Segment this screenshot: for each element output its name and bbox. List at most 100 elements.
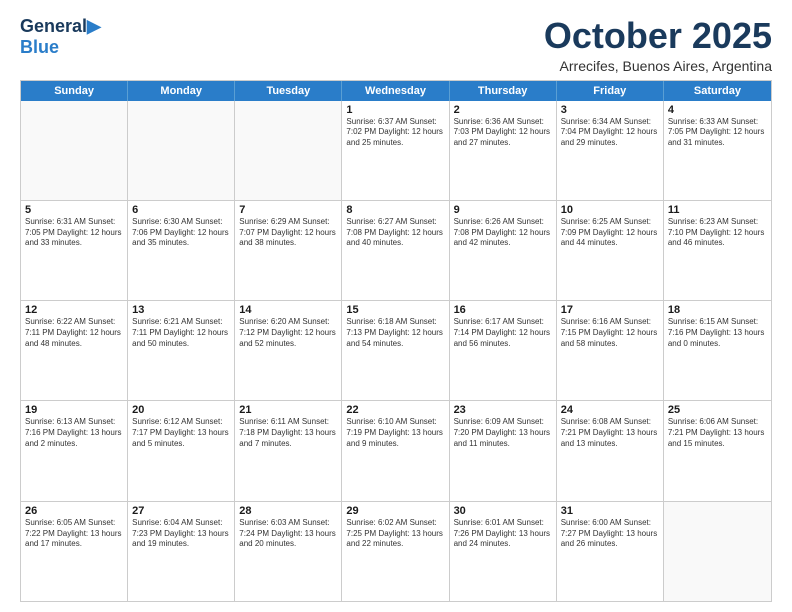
day-number: 24 (561, 404, 659, 416)
cell-info: Sunrise: 6:02 AM Sunset: 7:25 PM Dayligh… (346, 518, 444, 550)
cell-info: Sunrise: 6:29 AM Sunset: 7:07 PM Dayligh… (239, 217, 337, 249)
cal-cell: 9Sunrise: 6:26 AM Sunset: 7:08 PM Daylig… (450, 201, 557, 300)
cal-cell: 7Sunrise: 6:29 AM Sunset: 7:07 PM Daylig… (235, 201, 342, 300)
day-number: 8 (346, 204, 444, 216)
header-saturday: Saturday (664, 81, 771, 101)
day-number: 4 (668, 104, 767, 116)
cell-info: Sunrise: 6:23 AM Sunset: 7:10 PM Dayligh… (668, 217, 767, 249)
calendar: Sunday Monday Tuesday Wednesday Thursday… (20, 80, 772, 602)
day-number: 27 (132, 505, 230, 517)
cal-cell: 22Sunrise: 6:10 AM Sunset: 7:19 PM Dayli… (342, 401, 449, 500)
cal-cell: 2Sunrise: 6:36 AM Sunset: 7:03 PM Daylig… (450, 101, 557, 200)
day-number: 26 (25, 505, 123, 517)
day-number: 28 (239, 505, 337, 517)
cell-info: Sunrise: 6:22 AM Sunset: 7:11 PM Dayligh… (25, 317, 123, 349)
calendar-row-2: 12Sunrise: 6:22 AM Sunset: 7:11 PM Dayli… (21, 301, 771, 401)
day-number: 3 (561, 104, 659, 116)
cell-info: Sunrise: 6:16 AM Sunset: 7:15 PM Dayligh… (561, 317, 659, 349)
cal-cell: 10Sunrise: 6:25 AM Sunset: 7:09 PM Dayli… (557, 201, 664, 300)
calendar-row-1: 5Sunrise: 6:31 AM Sunset: 7:05 PM Daylig… (21, 201, 771, 301)
cal-cell: 20Sunrise: 6:12 AM Sunset: 7:17 PM Dayli… (128, 401, 235, 500)
cal-cell: 13Sunrise: 6:21 AM Sunset: 7:11 PM Dayli… (128, 301, 235, 400)
header-thursday: Thursday (450, 81, 557, 101)
cal-cell: 28Sunrise: 6:03 AM Sunset: 7:24 PM Dayli… (235, 502, 342, 601)
cell-info: Sunrise: 6:12 AM Sunset: 7:17 PM Dayligh… (132, 417, 230, 449)
day-number: 5 (25, 204, 123, 216)
day-number: 23 (454, 404, 552, 416)
header-wednesday: Wednesday (342, 81, 449, 101)
cal-cell: 18Sunrise: 6:15 AM Sunset: 7:16 PM Dayli… (664, 301, 771, 400)
header-monday: Monday (128, 81, 235, 101)
day-number: 9 (454, 204, 552, 216)
month-title: October 2025 (544, 16, 772, 56)
location: Arrecifes, Buenos Aires, Argentina (544, 58, 772, 74)
logo-text: General▶ (20, 16, 101, 37)
day-number: 18 (668, 304, 767, 316)
calendar-row-0: 1Sunrise: 6:37 AM Sunset: 7:02 PM Daylig… (21, 101, 771, 201)
day-number: 17 (561, 304, 659, 316)
cell-info: Sunrise: 6:11 AM Sunset: 7:18 PM Dayligh… (239, 417, 337, 449)
cell-info: Sunrise: 6:21 AM Sunset: 7:11 PM Dayligh… (132, 317, 230, 349)
cell-info: Sunrise: 6:37 AM Sunset: 7:02 PM Dayligh… (346, 117, 444, 149)
day-number: 2 (454, 104, 552, 116)
day-number: 7 (239, 204, 337, 216)
cal-cell: 25Sunrise: 6:06 AM Sunset: 7:21 PM Dayli… (664, 401, 771, 500)
cal-cell: 19Sunrise: 6:13 AM Sunset: 7:16 PM Dayli… (21, 401, 128, 500)
day-number: 25 (668, 404, 767, 416)
day-number: 16 (454, 304, 552, 316)
day-number: 12 (25, 304, 123, 316)
cell-info: Sunrise: 6:36 AM Sunset: 7:03 PM Dayligh… (454, 117, 552, 149)
day-number: 29 (346, 505, 444, 517)
cal-cell: 12Sunrise: 6:22 AM Sunset: 7:11 PM Dayli… (21, 301, 128, 400)
cal-cell: 23Sunrise: 6:09 AM Sunset: 7:20 PM Dayli… (450, 401, 557, 500)
page: General▶ Blue October 2025 Arrecifes, Bu… (0, 0, 792, 612)
cell-info: Sunrise: 6:33 AM Sunset: 7:05 PM Dayligh… (668, 117, 767, 149)
cell-info: Sunrise: 6:15 AM Sunset: 7:16 PM Dayligh… (668, 317, 767, 349)
cal-cell: 14Sunrise: 6:20 AM Sunset: 7:12 PM Dayli… (235, 301, 342, 400)
day-number: 30 (454, 505, 552, 517)
day-number: 1 (346, 104, 444, 116)
cell-info: Sunrise: 6:25 AM Sunset: 7:09 PM Dayligh… (561, 217, 659, 249)
cal-cell: 4Sunrise: 6:33 AM Sunset: 7:05 PM Daylig… (664, 101, 771, 200)
cal-cell (235, 101, 342, 200)
cell-info: Sunrise: 6:17 AM Sunset: 7:14 PM Dayligh… (454, 317, 552, 349)
cell-info: Sunrise: 6:01 AM Sunset: 7:26 PM Dayligh… (454, 518, 552, 550)
cal-cell: 21Sunrise: 6:11 AM Sunset: 7:18 PM Dayli… (235, 401, 342, 500)
cal-cell: 8Sunrise: 6:27 AM Sunset: 7:08 PM Daylig… (342, 201, 449, 300)
header: General▶ Blue October 2025 Arrecifes, Bu… (20, 16, 772, 74)
day-number: 6 (132, 204, 230, 216)
cal-cell: 31Sunrise: 6:00 AM Sunset: 7:27 PM Dayli… (557, 502, 664, 601)
cal-cell: 17Sunrise: 6:16 AM Sunset: 7:15 PM Dayli… (557, 301, 664, 400)
cell-info: Sunrise: 6:00 AM Sunset: 7:27 PM Dayligh… (561, 518, 659, 550)
cal-cell: 27Sunrise: 6:04 AM Sunset: 7:23 PM Dayli… (128, 502, 235, 601)
day-number: 21 (239, 404, 337, 416)
cal-cell (664, 502, 771, 601)
day-number: 22 (346, 404, 444, 416)
cal-cell: 30Sunrise: 6:01 AM Sunset: 7:26 PM Dayli… (450, 502, 557, 601)
day-number: 20 (132, 404, 230, 416)
header-sunday: Sunday (21, 81, 128, 101)
logo: General▶ Blue (20, 16, 101, 58)
cell-info: Sunrise: 6:06 AM Sunset: 7:21 PM Dayligh… (668, 417, 767, 449)
header-tuesday: Tuesday (235, 81, 342, 101)
cal-cell: 5Sunrise: 6:31 AM Sunset: 7:05 PM Daylig… (21, 201, 128, 300)
cell-info: Sunrise: 6:13 AM Sunset: 7:16 PM Dayligh… (25, 417, 123, 449)
cal-cell: 16Sunrise: 6:17 AM Sunset: 7:14 PM Dayli… (450, 301, 557, 400)
day-number: 11 (668, 204, 767, 216)
cell-info: Sunrise: 6:04 AM Sunset: 7:23 PM Dayligh… (132, 518, 230, 550)
day-number: 31 (561, 505, 659, 517)
cell-info: Sunrise: 6:34 AM Sunset: 7:04 PM Dayligh… (561, 117, 659, 149)
cell-info: Sunrise: 6:31 AM Sunset: 7:05 PM Dayligh… (25, 217, 123, 249)
cell-info: Sunrise: 6:30 AM Sunset: 7:06 PM Dayligh… (132, 217, 230, 249)
day-number: 14 (239, 304, 337, 316)
day-number: 19 (25, 404, 123, 416)
cal-cell: 26Sunrise: 6:05 AM Sunset: 7:22 PM Dayli… (21, 502, 128, 601)
calendar-row-4: 26Sunrise: 6:05 AM Sunset: 7:22 PM Dayli… (21, 502, 771, 601)
cal-cell (21, 101, 128, 200)
title-block: October 2025 Arrecifes, Buenos Aires, Ar… (544, 16, 772, 74)
calendar-header: Sunday Monday Tuesday Wednesday Thursday… (21, 81, 771, 101)
cell-info: Sunrise: 6:05 AM Sunset: 7:22 PM Dayligh… (25, 518, 123, 550)
day-number: 13 (132, 304, 230, 316)
cell-info: Sunrise: 6:09 AM Sunset: 7:20 PM Dayligh… (454, 417, 552, 449)
cal-cell: 6Sunrise: 6:30 AM Sunset: 7:06 PM Daylig… (128, 201, 235, 300)
